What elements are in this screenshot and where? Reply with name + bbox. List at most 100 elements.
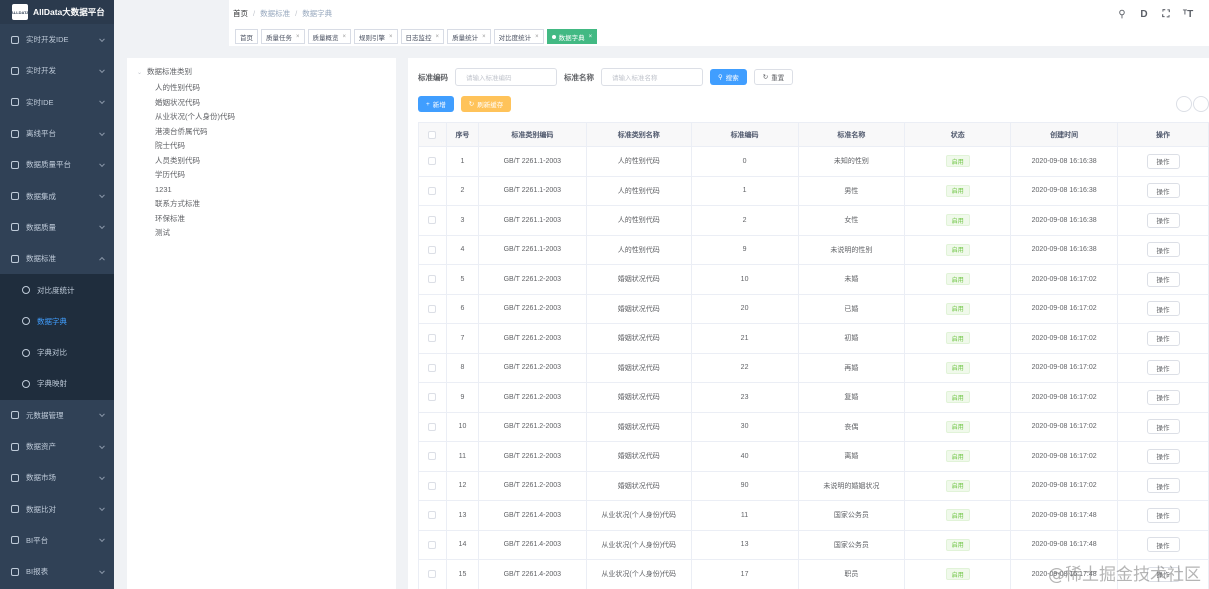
row-checkbox[interactable] xyxy=(428,540,437,549)
row-checkbox[interactable] xyxy=(428,245,437,254)
add-button[interactable]: + 新增 xyxy=(418,96,454,112)
close-icon[interactable]: × xyxy=(389,34,393,40)
row-checkbox[interactable] xyxy=(428,452,437,461)
row-checkbox[interactable] xyxy=(428,481,437,490)
refresh-cache-button[interactable]: ↻ 刷新缓存 xyxy=(460,96,512,112)
sidebar-item[interactable]: 数据集成 xyxy=(0,180,114,211)
tree-node[interactable]: 港澳台侨属代码 xyxy=(155,125,235,140)
sidebar-item[interactable]: 实时开发 xyxy=(0,55,114,86)
tag-view-item[interactable]: 质量概览 × xyxy=(307,29,352,44)
sidebar-item[interactable]: 对比度统计 xyxy=(0,274,114,306)
caret-down-icon[interactable]: ⌄ xyxy=(137,69,142,76)
row-checkbox[interactable] xyxy=(428,393,437,402)
row-checkbox[interactable] xyxy=(428,511,437,520)
tree-node[interactable]: 测试 xyxy=(155,226,235,241)
breadcrumb-home[interactable]: 首页 xyxy=(233,9,248,18)
tree-node[interactable]: 婚姻状况代码 xyxy=(155,96,235,111)
tree-node[interactable]: 学历代码 xyxy=(155,168,235,183)
close-icon[interactable]: × xyxy=(535,34,539,40)
tag-view-item[interactable]: 质量任务 × xyxy=(261,29,305,44)
operation-button[interactable]: 操作 xyxy=(1146,507,1180,523)
sidebar-item[interactable]: 元数据管理 xyxy=(0,400,114,431)
operation-button[interactable]: 操作 xyxy=(1146,419,1180,435)
operation-button[interactable]: 操作 xyxy=(1146,153,1180,169)
row-checkbox[interactable] xyxy=(428,363,437,372)
sidebar-item[interactable]: 数据标准 xyxy=(0,243,114,274)
code-input[interactable]: 请输入标准编码 xyxy=(455,68,557,86)
operation-button[interactable]: 操作 xyxy=(1146,183,1180,199)
sidebar-item[interactable]: 数据比对 xyxy=(0,493,114,524)
operation-button[interactable]: 操作 xyxy=(1146,212,1180,228)
sidebar-item[interactable]: 数据市场 xyxy=(0,462,114,493)
sidebar-item[interactable]: BI平台 xyxy=(0,525,114,556)
tag-view-item[interactable]: 对比度统计 × xyxy=(493,29,544,44)
table-cell: 2020-09-08 16:17:02 xyxy=(1011,294,1119,323)
tree-node[interactable]: 1231 xyxy=(155,183,235,198)
close-icon[interactable]: × xyxy=(589,34,593,40)
name-input[interactable]: 请输入标准名称 xyxy=(601,68,703,86)
font-size-icon[interactable]: ᵀT xyxy=(1181,7,1195,21)
sidebar-item[interactable]: 数据资产 xyxy=(0,431,114,462)
row-checkbox[interactable] xyxy=(428,304,437,313)
row-checkbox[interactable] xyxy=(428,422,437,431)
toggle-search-button[interactable] xyxy=(1176,96,1192,112)
table-cell: 操作 xyxy=(1118,412,1209,441)
close-icon[interactable]: × xyxy=(482,34,486,40)
row-checkbox[interactable] xyxy=(428,334,437,343)
sidebar-item[interactable]: 数据质量平台 xyxy=(0,149,114,180)
row-checkbox[interactable] xyxy=(428,216,437,225)
category-tree-panel: ⌄ 数据标准类别 人的性别代码 婚姻状况代码 从业状况(个人身份)代码 港澳台侨属代码院… xyxy=(127,58,396,589)
sidebar-item[interactable]: 离线平台 xyxy=(0,118,114,149)
fullscreen-icon[interactable]: ⛶ xyxy=(1159,7,1173,21)
tag-view-item[interactable]: 质量统计 × xyxy=(447,29,491,44)
tag-view-item[interactable]: 首页 xyxy=(235,29,258,44)
tag-view-item[interactable]: 日志监控 × xyxy=(400,29,445,44)
operation-button[interactable]: 操作 xyxy=(1146,360,1180,376)
tree-node[interactable]: 环保标准 xyxy=(155,212,235,227)
close-icon[interactable]: × xyxy=(343,34,347,40)
tag-view-item[interactable]: 规则引擎 × xyxy=(354,29,398,44)
close-icon[interactable]: × xyxy=(436,34,440,40)
row-checkbox[interactable] xyxy=(428,275,437,284)
sidebar-item[interactable]: 字典对比 xyxy=(0,336,114,369)
close-icon[interactable]: × xyxy=(296,34,300,40)
tree-root[interactable]: ⌄ 数据标准类别 xyxy=(137,66,192,77)
sidebar-item[interactable]: 字典映射 xyxy=(0,368,114,400)
search-icon[interactable]: ⚲ xyxy=(1115,7,1129,21)
breadcrumb-item[interactable]: 数据标准 xyxy=(260,9,290,18)
tree-node[interactable]: 人员类别代码 xyxy=(155,154,235,169)
sidebar-item[interactable]: 实时IDE xyxy=(0,87,114,118)
sidebar-item[interactable]: BI报表 xyxy=(0,556,114,587)
search-button[interactable]: ⚲ 搜索 xyxy=(710,69,747,85)
operation-button[interactable]: 操作 xyxy=(1146,389,1180,405)
sidebar-item[interactable]: 实时开发IDE xyxy=(0,24,114,55)
search-form: 标准编码 请输入标准编码 标准名称 请输入标准名称 ⚲ 搜索 ↻ 重置 xyxy=(418,68,800,86)
reset-button[interactable]: ↻ 重置 xyxy=(753,69,794,85)
select-all-checkbox[interactable] xyxy=(428,130,437,139)
operation-button[interactable]: 操作 xyxy=(1146,478,1180,494)
operation-button[interactable]: 操作 xyxy=(1146,537,1180,553)
sidebar-item[interactable]: 数据质量 xyxy=(0,212,114,243)
tree-node[interactable]: 院士代码 xyxy=(155,139,235,154)
table-cell: 操作 xyxy=(1118,294,1209,323)
table-cell: GB/T 2261.1-2003 xyxy=(479,206,587,235)
operation-button[interactable]: 操作 xyxy=(1146,301,1180,317)
tree-node[interactable]: 从业状况(个人身份)代码 xyxy=(155,110,235,125)
operation-button[interactable]: 操作 xyxy=(1146,330,1180,346)
operation-button[interactable]: 操作 xyxy=(1146,271,1180,287)
table-cell: 3 xyxy=(447,206,479,235)
app-logo[interactable]: ALLDATA AllData大数据平台 xyxy=(0,0,114,24)
sidebar-item[interactable]: 数据字典 xyxy=(0,305,114,337)
doc-icon[interactable]: D xyxy=(1137,7,1151,21)
tag-view-item[interactable]: 数据字典 × xyxy=(546,29,598,44)
operation-button[interactable]: 操作 xyxy=(1146,242,1180,258)
row-checkbox[interactable] xyxy=(428,157,437,166)
row-checkbox[interactable] xyxy=(428,570,437,579)
row-checkbox[interactable] xyxy=(428,186,437,195)
tree-node[interactable]: 联系方式标准 xyxy=(155,197,235,212)
tree-node[interactable]: 人的性别代码 xyxy=(155,81,235,96)
refresh-table-button[interactable] xyxy=(1193,96,1209,112)
sidebar-item-label: 数据市场 xyxy=(26,473,56,483)
row-checkbox-cell xyxy=(419,176,447,205)
operation-button[interactable]: 操作 xyxy=(1146,448,1180,464)
